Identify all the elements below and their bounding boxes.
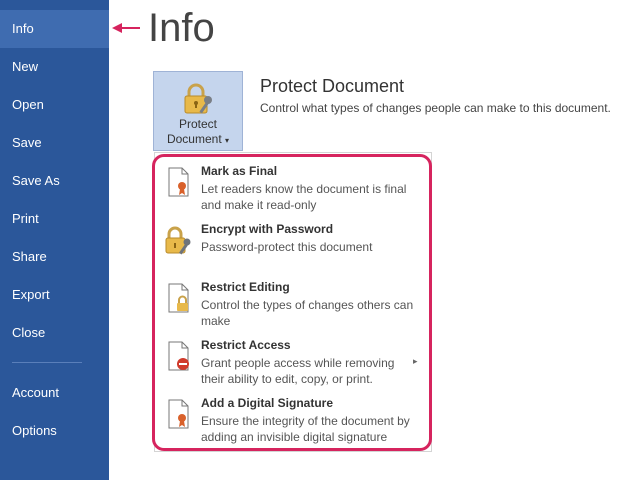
nav-account[interactable]: Account: [0, 374, 109, 412]
final-document-icon: [168, 167, 189, 197]
menu-item-add-digital-signature[interactable]: Add a Digital Signature Ensure the integ…: [155, 396, 431, 446]
protect-button-label-2-text: Document: [166, 132, 222, 146]
nav-options[interactable]: Options: [0, 412, 109, 450]
menu-item-title: Add a Digital Signature: [201, 396, 334, 410]
nav-info[interactable]: Info: [0, 10, 109, 48]
menu-item-desc: Control the types of changes others can …: [201, 298, 414, 328]
nav-close[interactable]: Close: [0, 314, 109, 352]
backstage-sidebar: Info New Open Save Save As Print Share E…: [0, 0, 109, 480]
menu-item-restrict-editing[interactable]: Restrict Editing Control the types of ch…: [155, 280, 431, 330]
restrict-access-icon: [168, 341, 189, 371]
digital-signature-icon: [168, 399, 189, 429]
restrict-editing-icon: [168, 283, 189, 313]
menu-item-desc: Ensure the integrity of the document by …: [201, 414, 410, 444]
protect-button-label-1: Protect: [178, 117, 217, 131]
protect-section-desc: Control what types of changes people can…: [260, 101, 611, 115]
dropdown-caret-icon: ▾: [225, 136, 230, 145]
nav-export[interactable]: Export: [0, 276, 109, 314]
nav-save-as[interactable]: Save As: [0, 162, 109, 200]
nav-share[interactable]: Share: [0, 238, 109, 276]
protect-section-title: Protect Document: [260, 76, 405, 96]
submenu-arrow-icon: ▸: [413, 356, 418, 366]
menu-item-title: Restrict Editing: [201, 280, 290, 294]
menu-item-mark-as-final[interactable]: Mark as Final Let readers know the docum…: [155, 164, 431, 214]
nav-separator: [12, 362, 82, 363]
menu-item-desc: Let readers know the document is final a…: [201, 182, 407, 212]
menu-item-encrypt-with-password[interactable]: Encrypt with Password Password-protect t…: [155, 222, 431, 262]
lock-key-icon: [165, 226, 191, 255]
menu-item-title: Encrypt with Password: [201, 222, 334, 236]
menu-item-title: Restrict Access: [201, 338, 291, 352]
nav-print[interactable]: Print: [0, 200, 109, 238]
menu-item-desc: Password-protect this document: [201, 240, 373, 254]
nav-open[interactable]: Open: [0, 86, 109, 124]
nav-save[interactable]: Save: [0, 124, 109, 162]
lock-key-icon: [184, 83, 212, 114]
protect-button-label-2: Document ▾: [154, 132, 242, 146]
page-title: Info: [148, 6, 215, 50]
annotation-arrow-icon: [112, 23, 140, 33]
menu-item-restrict-access[interactable]: Restrict Access Grant people access whil…: [155, 338, 431, 388]
menu-item-desc: Grant people access while removing their…: [201, 356, 395, 386]
menu-item-title: Mark as Final: [201, 164, 278, 178]
nav-new[interactable]: New: [0, 48, 109, 86]
protect-document-button[interactable]: Protect Document ▾: [153, 71, 243, 151]
